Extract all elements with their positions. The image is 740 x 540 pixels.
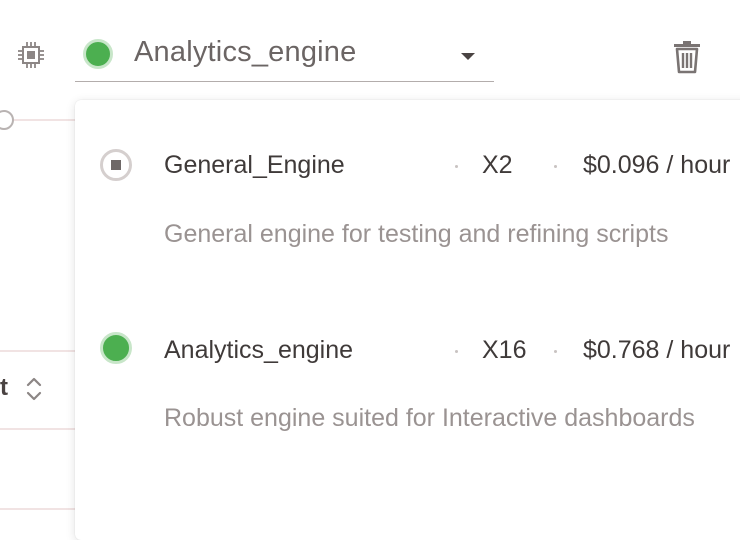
trash-icon[interactable] xyxy=(671,40,703,74)
engine-name: General_Engine xyxy=(164,151,345,179)
separator-dot xyxy=(554,350,557,353)
cpu-icon xyxy=(18,42,44,68)
sort-icon[interactable] xyxy=(26,376,42,402)
status-running-icon xyxy=(100,332,132,364)
engine-dropdown-menu: General_Engine X2 $0.096 / hour General … xyxy=(75,100,740,540)
status-stopped-icon xyxy=(100,149,132,181)
divider xyxy=(0,508,75,510)
divider xyxy=(0,428,75,430)
engine-price: $0.768 / hour xyxy=(583,336,731,364)
engine-size: X16 xyxy=(482,336,527,364)
engine-option-analytics[interactable]: Analytics_engine X16 $0.768 / hour Robus… xyxy=(75,300,740,432)
radio-button[interactable] xyxy=(0,110,14,130)
divider xyxy=(0,350,75,352)
engine-select[interactable]: Analytics_engine xyxy=(75,22,494,82)
separator-dot xyxy=(554,165,557,168)
engine-price: $0.096 / hour xyxy=(583,151,731,179)
chevron-down-icon[interactable] xyxy=(461,53,475,60)
column-header-fragment: t xyxy=(0,374,8,401)
engine-name: Analytics_engine xyxy=(164,336,354,364)
engine-description: Robust engine suited for Interactive das… xyxy=(164,404,695,432)
status-dot-running xyxy=(83,39,113,69)
separator-dot xyxy=(455,350,458,353)
engine-description: General engine for testing and refining … xyxy=(164,220,669,248)
separator-dot xyxy=(455,165,458,168)
selected-engine-label: Analytics_engine xyxy=(134,36,357,68)
engine-option-general[interactable]: General_Engine X2 $0.096 / hour General … xyxy=(75,115,740,248)
engine-size: X2 xyxy=(482,151,513,179)
